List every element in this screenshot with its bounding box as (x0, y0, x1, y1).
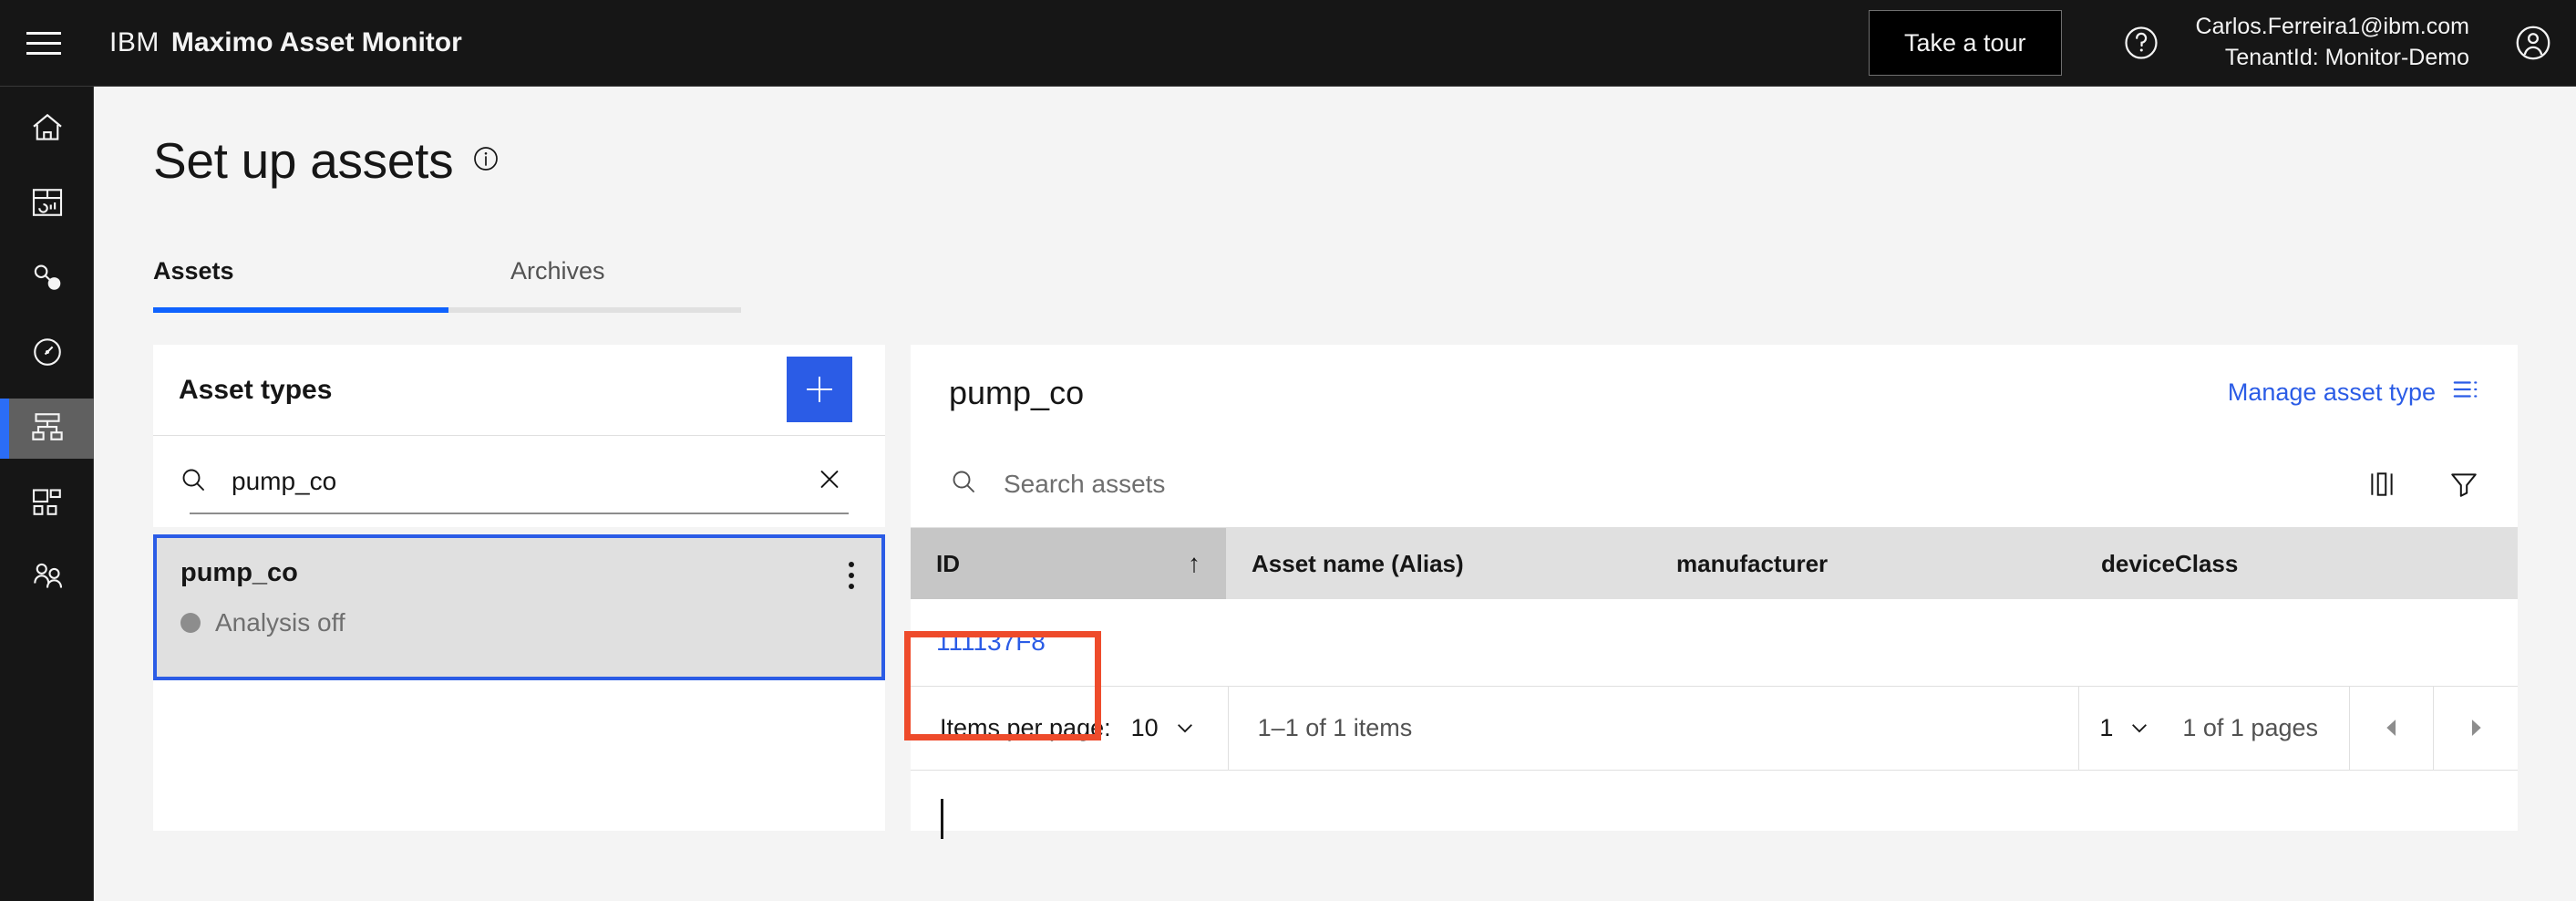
column-header-deviceclass[interactable]: deviceClass (2076, 528, 2518, 599)
manage-asset-type-label: Manage asset type (2227, 378, 2436, 406)
column-selector-icon[interactable] (2366, 469, 2397, 500)
assets-toolbar (2366, 469, 2479, 500)
pagination-bar: Items per page: 10 1–1 of 1 items 1 1 of… (911, 686, 2518, 771)
help-circle-icon[interactable] (2098, 0, 2185, 86)
asset-types-column: Asset types pump_co pump_co Analysis off (153, 345, 885, 831)
left-nav-rail (0, 87, 94, 901)
app-root: IBM Maximo Asset Monitor Take a tour Car… (0, 0, 2576, 901)
assets-panel: pump_co Manage asset type Search assets … (911, 345, 2518, 831)
cell-asset-name (1226, 599, 1651, 687)
sidebar-item-users[interactable] (0, 548, 94, 608)
home-icon (29, 109, 66, 150)
sidebar-item-asset-hierarchy[interactable] (0, 399, 94, 459)
asset-type-status: Analysis off (180, 608, 858, 637)
brand: IBM Maximo Asset Monitor (109, 27, 462, 58)
tab-bar: Assets Archives (153, 252, 741, 313)
table-header-row: ID ↑ Asset name (Alias) manufacturer dev… (911, 528, 2518, 599)
cell-manufacturer (1651, 599, 2076, 687)
items-per-page-label: Items per page: (940, 713, 1111, 741)
search-icon (179, 465, 208, 499)
text-cursor-artifact (941, 799, 943, 839)
page-number-value: 1 (2099, 713, 2114, 741)
close-x-icon[interactable] (816, 466, 843, 498)
asset-types-title: Asset types (179, 374, 333, 405)
asset-id-link[interactable]: 111137F8 (936, 627, 1046, 656)
tab-assets[interactable]: Assets (153, 252, 448, 313)
page-number-select[interactable]: 1 (2079, 714, 2182, 742)
settings-list-icon (2452, 376, 2479, 409)
page-title: Set up assets (153, 132, 454, 189)
user-email: Carlos.Ferreira1@ibm.com (2195, 14, 2469, 40)
users-icon (29, 558, 66, 599)
column-header-asset-name[interactable]: Asset name (Alias) (1226, 528, 1651, 599)
brand-name: Maximo Asset Monitor (170, 27, 462, 57)
chevron-down-icon (1177, 724, 1192, 733)
filter-funnel-icon[interactable] (2448, 469, 2479, 500)
asset-type-card[interactable]: pump_co Analysis off (153, 534, 885, 680)
page-select-segment: 1 1 of 1 pages (2078, 686, 2350, 770)
items-per-page-segment: Items per page: 10 (911, 686, 1229, 770)
arrow-up-icon: ↑ (1188, 549, 1200, 577)
user-identity: Carlos.Ferreira1@ibm.com TenantId: Monit… (2196, 12, 2469, 74)
brand-prefix: IBM (109, 27, 160, 57)
cell-deviceclass (2076, 599, 2518, 687)
sidebar-item-monitor[interactable] (0, 324, 94, 384)
hamburger-menu-icon[interactable] (0, 0, 87, 86)
table-row: 111137F8 (911, 599, 2518, 687)
dashboard-icon (29, 184, 66, 225)
items-range-text: 1–1 of 1 items (1257, 713, 1413, 741)
assets-panel-header: pump_co Manage asset type (911, 345, 2518, 440)
search-icon (949, 467, 978, 501)
take-a-tour-button[interactable]: Take a tour (1868, 10, 2062, 76)
asset-type-search[interactable]: pump_co (153, 436, 885, 527)
manage-asset-type-link[interactable]: Manage asset type (2228, 376, 2479, 409)
sidebar-item-devices[interactable] (0, 473, 94, 533)
connections-icon (29, 259, 66, 300)
assets-search-input[interactable]: Search assets (1004, 470, 1165, 499)
sidebar-item-home[interactable] (0, 99, 94, 160)
header-actions: Take a tour Carlos.Ferreira1@ibm.com Ten… (1868, 0, 2576, 86)
sidebar-item-connections[interactable] (0, 249, 94, 309)
cell-id: 111137F8 (911, 599, 1226, 687)
column-header-id-label: ID (936, 549, 960, 577)
devices-icon (29, 483, 66, 524)
search-underline (190, 513, 849, 514)
global-header: IBM Maximo Asset Monitor Take a tour Car… (0, 0, 2576, 87)
assets-search-row[interactable]: Search assets (911, 440, 2518, 528)
user-avatar-icon[interactable] (2489, 0, 2576, 86)
add-asset-type-button[interactable] (787, 357, 852, 422)
monitor-gauge-icon (29, 334, 66, 375)
content-columns: Asset types pump_co pump_co Analysis off… (153, 345, 2576, 831)
asset-types-header: Asset types (153, 345, 885, 436)
status-dot-icon (180, 613, 201, 633)
page-header: Set up assets (95, 88, 2576, 190)
assets-table: ID ↑ Asset name (Alias) manufacturer dev… (911, 528, 2518, 687)
tenant-id: TenantId: Monitor-Demo (2224, 45, 2469, 70)
column-header-manufacturer[interactable]: manufacturer (1651, 528, 2076, 599)
status-label: Analysis off (215, 608, 345, 637)
asset-hierarchy-icon (29, 409, 66, 450)
asset-types-panel: Asset types pump_co (153, 345, 885, 527)
items-per-page-select[interactable]: 10 (1111, 714, 1228, 742)
main-content: Set up assets Assets Archives Asset type… (95, 88, 2576, 901)
pages-total-text: 1 of 1 pages (2182, 713, 2318, 741)
caret-right-icon[interactable] (2434, 686, 2518, 770)
overflow-menu-icon[interactable] (849, 562, 854, 589)
chevron-down-icon (2132, 724, 2148, 733)
sidebar-item-dashboard[interactable] (0, 174, 94, 234)
asset-type-name: pump_co (180, 558, 298, 587)
information-icon[interactable] (471, 144, 500, 178)
selected-asset-type-title: pump_co (949, 373, 1085, 411)
asset-types-panel-tail (153, 680, 885, 831)
caret-left-icon[interactable] (2350, 686, 2434, 770)
items-per-page-value: 10 (1130, 713, 1159, 741)
tab-archives[interactable]: Archives (448, 252, 741, 313)
search-input[interactable]: pump_co (232, 467, 336, 496)
column-header-id[interactable]: ID ↑ (911, 528, 1226, 599)
